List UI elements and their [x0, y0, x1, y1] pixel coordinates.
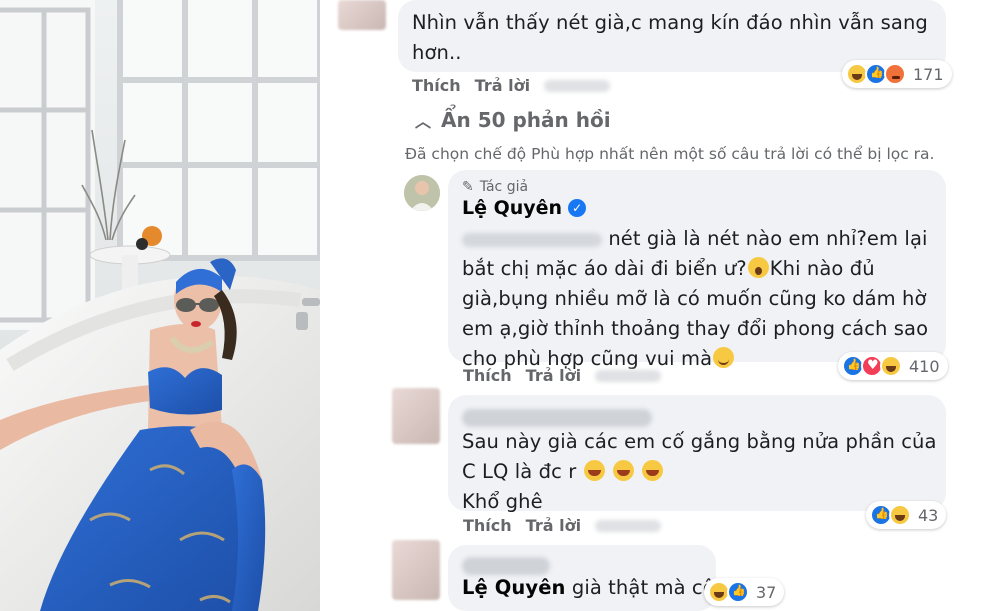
comment-text-line: em ạ,giờ thỉnh thoảng thay đổi phong các… — [462, 317, 929, 340]
comment-text-segment: Khi nào đủ — [769, 257, 875, 280]
author-name-row[interactable]: Lệ Quyên ✓ — [462, 197, 587, 219]
tagged-user[interactable]: Lệ Quyên — [462, 576, 566, 599]
squinting-laugh-emoji-icon — [583, 460, 605, 481]
comment-text-segment: nét già là nét nào em nhỉ?em lại — [608, 227, 928, 250]
author-name[interactable]: Lệ Quyên — [462, 197, 562, 219]
chevron-up-icon: ︿ — [415, 112, 432, 131]
wow-emoji-icon — [747, 257, 769, 278]
reaction-count: 171 — [913, 64, 944, 84]
redacted-name — [462, 232, 602, 247]
haha-icon — [880, 355, 902, 377]
pencil-icon: ✎ — [462, 179, 474, 195]
comment-text-line: Nhìn vẫn thấy nét già,c mang kín đáo nhì… — [412, 11, 928, 34]
reaction-summary[interactable]: 171 — [842, 60, 952, 88]
author-badge: ✎ Tác giả — [462, 179, 586, 195]
comment-actions: Thích Trả lời — [463, 366, 662, 385]
hide-replies-toggle[interactable]: ︿ Ẩn 50 phản hồi — [415, 108, 611, 132]
like-icon — [727, 581, 749, 603]
comment-actions: Thích Trả lời — [412, 76, 611, 95]
author-comment-bubble: ✎ Tác giả Lệ Quyên ✓ nét già là nét nào … — [448, 170, 946, 370]
reply-link[interactable]: Trả lời — [526, 516, 581, 535]
filter-note: Đã chọn chế độ Phù hợp nhất nên một số c… — [405, 145, 935, 163]
commenter-avatar[interactable] — [338, 0, 386, 30]
reaction-summary[interactable]: 43 — [866, 501, 947, 529]
author-avatar-image — [404, 175, 440, 211]
haha-icon — [889, 504, 911, 526]
commenter-avatar[interactable] — [392, 388, 440, 444]
reaction-count: 37 — [756, 582, 777, 602]
like-link[interactable]: Thích — [463, 366, 512, 385]
comment-text-line: bắt chị mặc áo dài đi biển ư? Khi nào đủ — [462, 254, 928, 284]
comment-text-segment: già thật mà cô — [571, 576, 715, 599]
angry-icon — [884, 63, 906, 85]
comment-text: Sau này già các em cố gắng bằng nửa phần… — [462, 427, 937, 517]
reply-link[interactable]: Trả lời — [526, 366, 581, 385]
reaction-count: 410 — [909, 356, 940, 376]
commenter-avatar[interactable] — [392, 540, 440, 600]
comment-bubble: Lệ Quyên già thật mà cô — [448, 545, 716, 611]
reaction-count: 43 — [918, 505, 939, 525]
verified-badge-icon: ✓ — [568, 199, 587, 217]
comment-text-segment: C LQ là đc r — [462, 460, 577, 483]
comment-timestamp[interactable] — [595, 519, 662, 532]
redacted-commenter-name[interactable] — [462, 556, 550, 575]
hide-replies-label: Ẩn 50 phản hồi — [441, 108, 611, 132]
author-avatar[interactable] — [404, 175, 440, 211]
comment-text-segment: bắt chị mặc áo dài đi biển ư? — [462, 257, 747, 280]
redacted-commenter-name[interactable] — [462, 408, 652, 427]
reaction-summary[interactable]: 37 — [704, 578, 785, 606]
comment-text: Nhìn vẫn thấy nét già,c mang kín đáo nhì… — [412, 8, 928, 68]
comment-timestamp[interactable] — [595, 369, 662, 382]
comment-actions: Thích Trả lời — [463, 516, 662, 535]
author-badge-label: Tác giả — [479, 179, 529, 195]
comment-text: Lệ Quyên già thật mà cô — [462, 573, 715, 603]
post-photo — [0, 0, 320, 611]
squinting-laugh-emoji-icon — [642, 460, 664, 481]
like-link[interactable]: Thích — [412, 76, 461, 95]
post-photo-illustration — [0, 0, 320, 611]
reply-link[interactable]: Trả lời — [475, 76, 530, 95]
squinting-laugh-emoji-icon — [612, 460, 634, 481]
blush-emoji-icon — [713, 347, 735, 368]
comment-timestamp[interactable] — [544, 79, 611, 92]
comment-text-line: già,bụng nhiều mỡ là có muốn cũng ko dám… — [462, 287, 927, 310]
like-link[interactable]: Thích — [463, 516, 512, 535]
reaction-summary[interactable]: 410 — [838, 352, 948, 380]
comment-text-line: C LQ là đc r — [462, 457, 937, 487]
comment-text-line: nét già là nét nào em nhỉ?em lại — [462, 224, 928, 254]
comment-text-line: Sau này già các em cố gắng bằng nửa phần… — [462, 430, 937, 453]
comment-bubble: Sau này già các em cố gắng bằng nửa phần… — [448, 395, 946, 513]
